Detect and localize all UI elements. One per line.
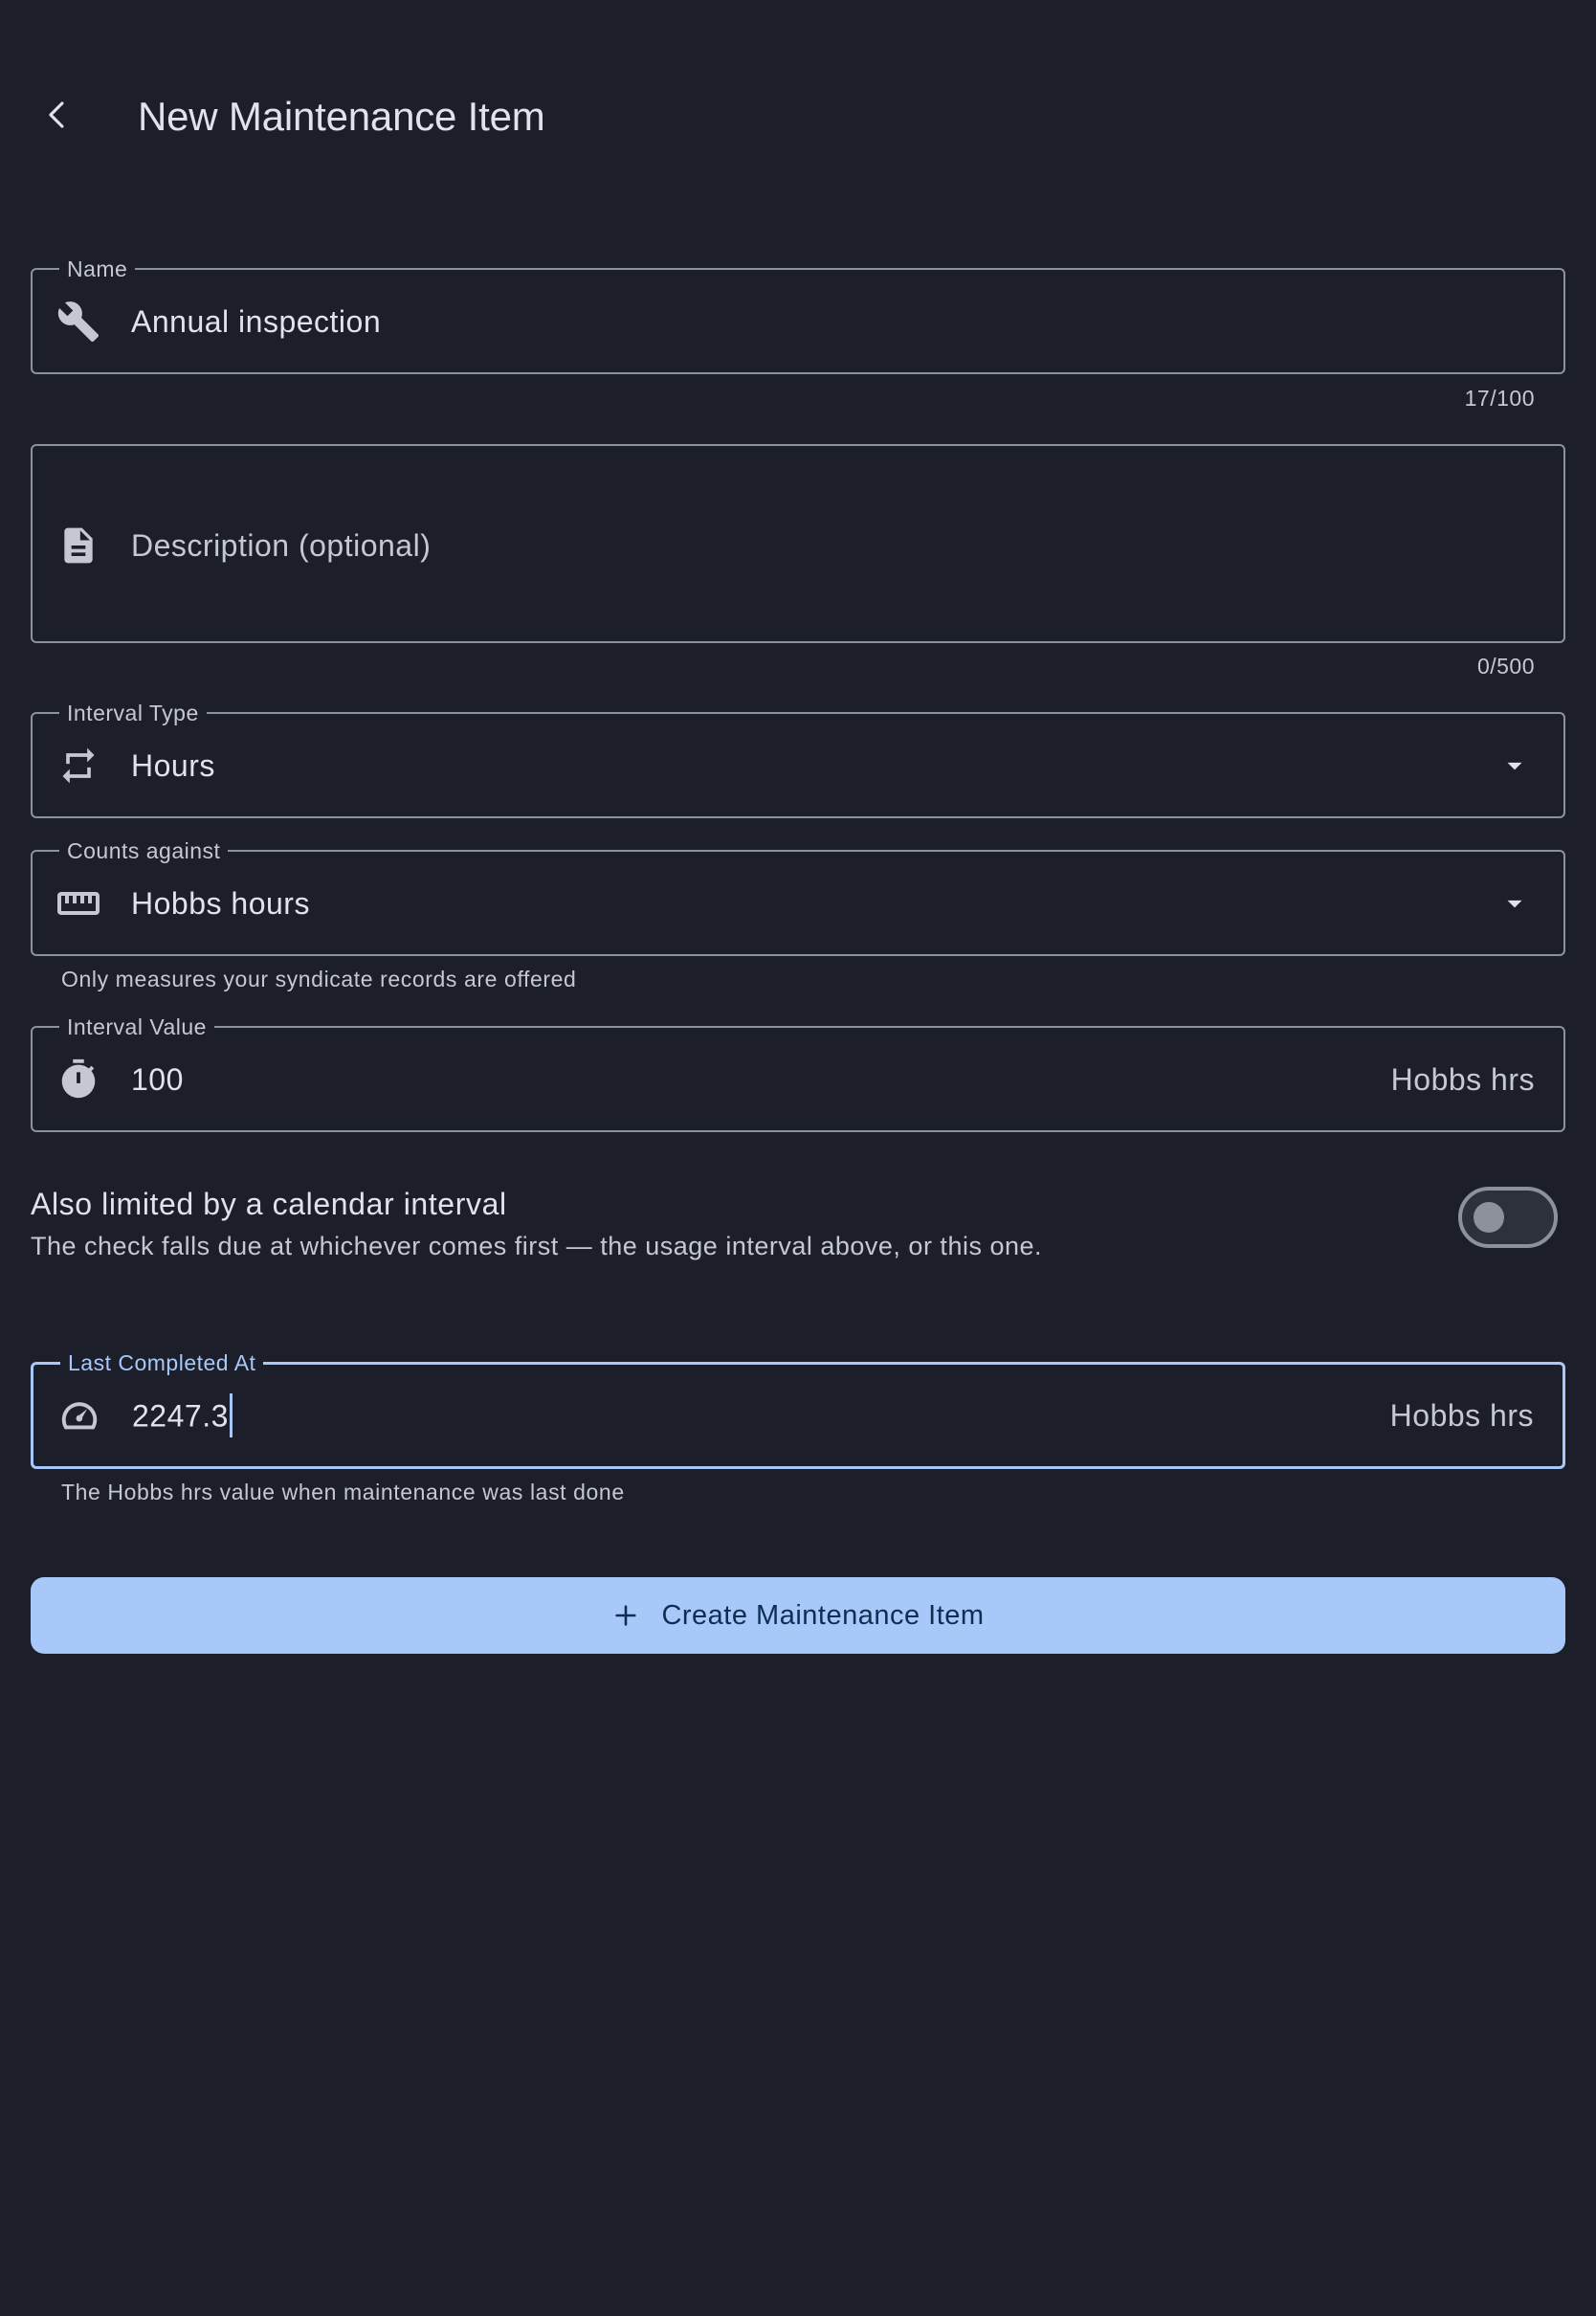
interval-type-value: Hours [131, 748, 215, 783]
page-title: New Maintenance Item [138, 94, 545, 139]
last-completed-input[interactable]: 2247.3 [132, 1393, 233, 1440]
last-completed-label: Last Completed At [60, 1350, 264, 1375]
calendar-interval-switch[interactable] [1458, 1187, 1558, 1248]
repeat-icon [54, 741, 103, 791]
interval-value-field[interactable]: Interval Value 100 Hobbs hrs [31, 1014, 1565, 1132]
create-button-label: Create Maintenance Item [661, 1599, 985, 1631]
last-completed-helper: The Hobbs hrs value when maintenance was… [61, 1480, 625, 1504]
last-completed-suffix: Hobbs hrs [1389, 1398, 1534, 1433]
description-char-counter: 0/500 [1476, 654, 1535, 679]
plus-icon [611, 1601, 640, 1630]
chevron-down-icon [1500, 889, 1529, 918]
counts-against-value: Hobbs hours [131, 886, 310, 921]
description-input[interactable]: Description (optional) [131, 526, 431, 565]
counts-against-select[interactable]: Counts against Hobbs hours [31, 838, 1565, 956]
name-field[interactable]: Name Annual inspection [31, 256, 1565, 374]
back-button[interactable] [31, 88, 84, 142]
interval-type-label: Interval Type [59, 701, 207, 725]
calendar-toggle-title: Also limited by a calendar interval [31, 1187, 507, 1221]
description-field[interactable]: Description (optional) [31, 444, 1565, 643]
arrow-back-icon [49, 101, 64, 128]
counts-against-helper: Only measures your syndicate records are… [61, 967, 577, 991]
text-caret [229, 1393, 233, 1437]
last-completed-value: 2247.3 [132, 1398, 229, 1434]
app-bar: New Maintenance Item [0, 61, 1596, 168]
last-completed-field[interactable]: Last Completed At 2247.3 Hobbs hrs [31, 1350, 1565, 1469]
name-char-counter: 17/100 [1464, 386, 1535, 411]
interval-value-suffix: Hobbs hrs [1390, 1062, 1535, 1097]
ruler-icon [54, 879, 103, 928]
document-icon [54, 521, 103, 570]
create-maintenance-item-button[interactable]: Create Maintenance Item [31, 1577, 1565, 1654]
wrench-icon [54, 297, 103, 346]
app-root: New Maintenance Item Name Annual inspect… [0, 0, 1596, 2316]
name-field-label: Name [59, 256, 136, 281]
speedometer-icon [55, 1391, 104, 1440]
timer-icon [54, 1055, 103, 1104]
name-input[interactable]: Annual inspection [131, 302, 381, 341]
interval-value-input[interactable]: 100 [131, 1060, 184, 1099]
calendar-toggle-subtitle: The check falls due at whichever comes f… [31, 1232, 1043, 1260]
counts-against-label: Counts against [59, 838, 229, 863]
interval-type-select[interactable]: Interval Type Hours [31, 701, 1565, 818]
interval-value-label: Interval Value [59, 1014, 214, 1039]
switch-knob [1474, 1202, 1504, 1233]
chevron-down-icon [1500, 751, 1529, 780]
